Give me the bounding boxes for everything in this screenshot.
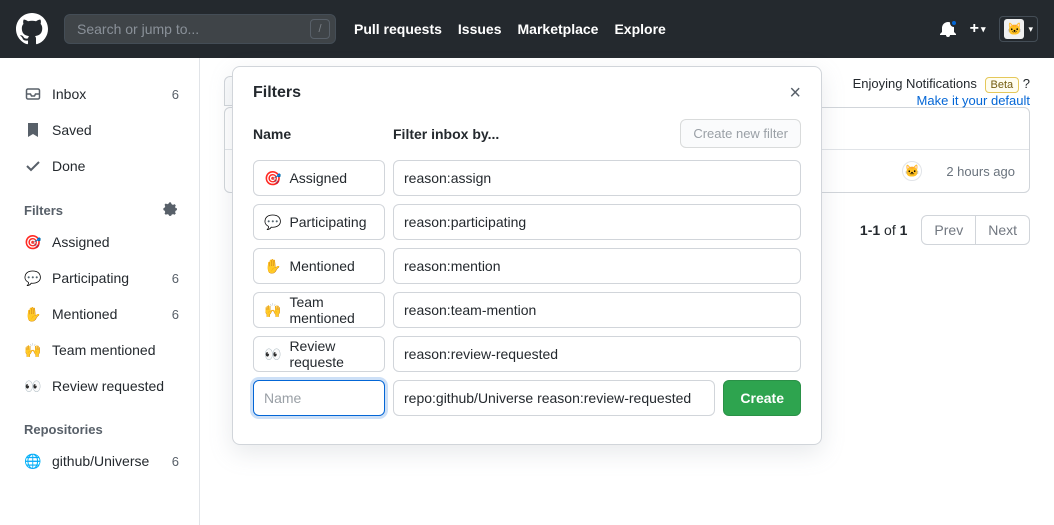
prev-button[interactable]: Prev xyxy=(921,215,976,245)
sidebar-filter-review-requested[interactable]: 👀 Review requested xyxy=(14,368,189,404)
filter-name-review-requested[interactable]: 👀Review requeste xyxy=(253,336,385,372)
close-icon[interactable]: × xyxy=(789,83,801,103)
create-button[interactable]: Create xyxy=(723,380,801,416)
eyes-icon: 👀 xyxy=(24,378,42,395)
sidebar-item-count: 6 xyxy=(172,87,179,102)
sidebar-item-label: github/Universe xyxy=(52,453,149,469)
modal-column-headers: Name Filter inbox by... Create new filte… xyxy=(253,119,801,148)
sidebar-item-label: Participating xyxy=(52,270,129,286)
pager-info: 1-1 of 1 xyxy=(860,222,908,238)
nav-issues[interactable]: Issues xyxy=(458,21,502,37)
filter-row: 💬Participating reason:participating xyxy=(253,204,801,240)
sidebar-item-label: Done xyxy=(52,158,85,174)
filter-query[interactable]: reason:participating xyxy=(393,204,801,240)
new-filter-name-input[interactable] xyxy=(253,380,385,416)
beta-badge: Beta xyxy=(985,77,1020,93)
sidebar-filters-header: Filters xyxy=(14,202,189,218)
filter-query[interactable]: reason:assign xyxy=(393,160,801,196)
add-menu[interactable]: +▾ xyxy=(970,20,986,38)
new-filter-row: Create xyxy=(253,380,801,416)
modal-body: Name Filter inbox by... Create new filte… xyxy=(233,119,821,444)
slash-key-hint: / xyxy=(310,19,330,39)
header-right: +▾ 🐱 ▾ xyxy=(940,16,1038,42)
avatar-icon: 🐱 xyxy=(902,161,922,181)
eyes-icon: 👀 xyxy=(264,346,281,363)
modal-title: Filters xyxy=(253,84,301,102)
filters-modal: Filters × Name Filter inbox by... Create… xyxy=(232,66,822,445)
sidebar-item-label: Inbox xyxy=(52,86,86,102)
globe-icon: 🌐 xyxy=(24,453,42,470)
filter-name-team-mentioned[interactable]: 🙌Team mentioned xyxy=(253,292,385,328)
filter-name-assigned[interactable]: 🎯Assigned xyxy=(253,160,385,196)
search-input[interactable] xyxy=(64,14,336,44)
filter-row: 👀Review requeste reason:review-requested xyxy=(253,336,801,372)
column-name-header: Name xyxy=(253,126,393,142)
sidebar-item-inbox[interactable]: Inbox 6 xyxy=(14,76,189,112)
sidebar-item-count: 6 xyxy=(172,307,179,322)
speech-icon: 💬 xyxy=(24,270,42,287)
notification-dot-icon xyxy=(950,19,958,27)
inbox-icon xyxy=(24,86,42,102)
filter-query[interactable]: reason:review-requested xyxy=(393,336,801,372)
sidebar-filter-participating[interactable]: 💬 Participating 6 xyxy=(14,260,189,296)
new-filter-query-input[interactable] xyxy=(393,380,715,416)
enjoy-notifications: Enjoying Notifications Beta ? Make it yo… xyxy=(853,76,1030,108)
sidebar-repos-section: Repositories 🌐 github/Universe 6 xyxy=(14,422,189,479)
sidebar: Inbox 6 Saved Done Filters 🎯 Assigned 💬 … xyxy=(0,58,200,525)
filter-name-mentioned[interactable]: ✋Mentioned xyxy=(253,248,385,284)
sidebar-item-count: 6 xyxy=(172,271,179,286)
sidebar-item-saved[interactable]: Saved xyxy=(14,112,189,148)
raised-hands-icon: 🙌 xyxy=(24,342,42,359)
sidebar-filter-mentioned[interactable]: ✋ Mentioned 6 xyxy=(14,296,189,332)
nav-explore[interactable]: Explore xyxy=(614,21,665,37)
modal-header: Filters × xyxy=(233,67,821,119)
avatar-icon: 🐱 xyxy=(1004,19,1024,39)
sidebar-filter-assigned[interactable]: 🎯 Assigned xyxy=(14,224,189,260)
filter-row: ✋Mentioned reason:mention xyxy=(253,248,801,284)
sidebar-item-done[interactable]: Done xyxy=(14,148,189,184)
sidebar-filter-team-mentioned[interactable]: 🙌 Team mentioned xyxy=(14,332,189,368)
github-logo-icon[interactable] xyxy=(16,13,48,45)
nav-pull-requests[interactable]: Pull requests xyxy=(354,21,442,37)
search-wrap: / xyxy=(64,14,336,44)
column-filter-header: Filter inbox by... xyxy=(393,126,499,142)
raised-hands-icon: 🙌 xyxy=(264,302,281,319)
target-icon: 🎯 xyxy=(24,234,42,251)
sidebar-repo-item[interactable]: 🌐 github/Universe 6 xyxy=(14,443,189,479)
nav-marketplace[interactable]: Marketplace xyxy=(518,21,599,37)
speech-icon: 💬 xyxy=(264,214,281,231)
sidebar-item-label: Review requested xyxy=(52,378,164,394)
row-timestamp: 2 hours ago xyxy=(946,164,1015,179)
sidebar-item-label: Saved xyxy=(52,122,92,138)
make-default-link[interactable]: Make it your default xyxy=(853,93,1030,108)
next-button[interactable]: Next xyxy=(976,215,1030,245)
gear-icon[interactable] xyxy=(163,202,179,218)
sidebar-repos-header: Repositories xyxy=(14,422,189,437)
target-icon: 🎯 xyxy=(264,170,281,187)
filter-query[interactable]: reason:team-mention xyxy=(393,292,801,328)
sidebar-item-label: Assigned xyxy=(52,234,110,250)
bookmark-icon xyxy=(24,122,42,138)
hand-icon: ✋ xyxy=(264,258,281,275)
sidebar-filters-section: Filters 🎯 Assigned 💬 Participating 6 ✋ M… xyxy=(14,202,189,404)
sidebar-item-count: 6 xyxy=(172,454,179,469)
check-icon xyxy=(24,158,42,174)
filter-query[interactable]: reason:mention xyxy=(393,248,801,284)
sidebar-item-label: Team mentioned xyxy=(52,342,156,358)
create-new-filter-button[interactable]: Create new filter xyxy=(680,119,801,148)
user-menu[interactable]: 🐱 ▾ xyxy=(999,16,1038,42)
header-nav: Pull requests Issues Marketplace Explore xyxy=(354,21,666,37)
notifications-icon[interactable] xyxy=(940,21,956,37)
github-header: / Pull requests Issues Marketplace Explo… xyxy=(0,0,1054,58)
hand-icon: ✋ xyxy=(24,306,42,323)
filter-name-participating[interactable]: 💬Participating xyxy=(253,204,385,240)
filter-row: 🎯Assigned reason:assign xyxy=(253,160,801,196)
sidebar-item-label: Mentioned xyxy=(52,306,117,322)
filter-row: 🙌Team mentioned reason:team-mention xyxy=(253,292,801,328)
